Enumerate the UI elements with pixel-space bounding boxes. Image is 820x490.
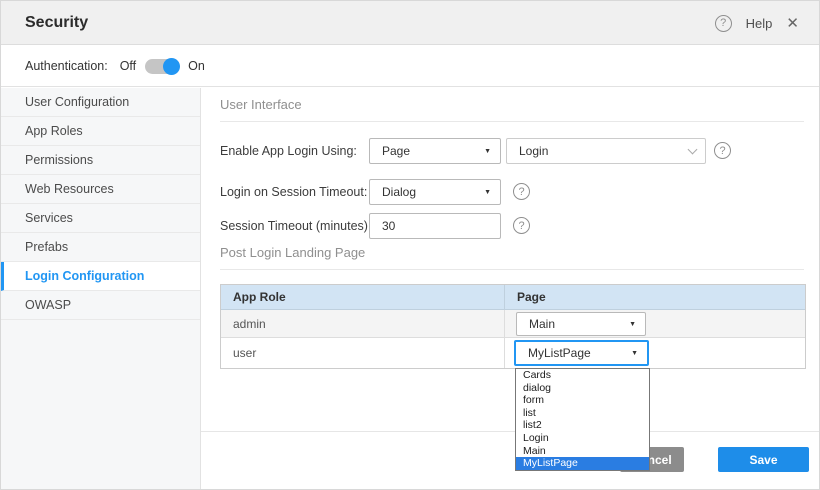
column-header-page: Page bbox=[505, 285, 805, 309]
page-cell: MyListPage ▼ bbox=[505, 338, 805, 368]
help-question-icon[interactable]: ? bbox=[715, 15, 732, 32]
dropdown-option-dialog[interactable]: dialog bbox=[516, 382, 649, 395]
dropdown-arrow-icon: ▼ bbox=[484, 148, 491, 155]
login-mode-value: Page bbox=[382, 144, 410, 158]
session-timeout-label: Session Timeout (minutes): bbox=[220, 213, 371, 239]
session-timeout-row: Session Timeout (minutes): ? bbox=[220, 213, 804, 239]
admin-page-select[interactable]: Main ▼ bbox=[516, 312, 646, 336]
table-header-row: App Role Page bbox=[221, 285, 805, 310]
role-cell: admin bbox=[221, 310, 505, 337]
post-login-section-heading: Post Login Landing Page bbox=[220, 245, 804, 270]
user-page-select[interactable]: MyListPage ▼ bbox=[514, 340, 649, 366]
dropdown-option-list2[interactable]: list2 bbox=[516, 419, 649, 432]
dropdown-option-form[interactable]: form bbox=[516, 394, 649, 407]
sidebar: User Configuration App Roles Permissions… bbox=[1, 88, 201, 489]
admin-page-value: Main bbox=[529, 317, 555, 331]
toggle-off-label: Off bbox=[120, 59, 136, 73]
login-page-combobox[interactable]: Login bbox=[506, 138, 706, 164]
enable-app-login-label: Enable App Login Using: bbox=[220, 138, 357, 164]
role-cell: user bbox=[221, 338, 505, 368]
session-timeout-input[interactable] bbox=[369, 213, 501, 239]
toggle-knob bbox=[163, 58, 180, 75]
save-button[interactable]: Save bbox=[718, 447, 809, 472]
login-configuration-panel: User Interface Enable App Login Using: P… bbox=[201, 88, 819, 489]
page-dropdown-list: Cards dialog form list list2 Login Main … bbox=[515, 368, 650, 471]
sidebar-item-permissions[interactable]: Permissions bbox=[1, 146, 200, 175]
column-header-app-role: App Role bbox=[221, 285, 505, 309]
dropdown-option-cards[interactable]: Cards bbox=[516, 369, 649, 382]
authentication-bar: Authentication: Off On bbox=[1, 46, 820, 87]
authentication-label: Authentication: bbox=[25, 59, 108, 73]
landing-page-table: App Role Page admin Main ▼ user MyListPa… bbox=[220, 284, 806, 369]
sidebar-item-web-resources[interactable]: Web Resources bbox=[1, 175, 200, 204]
help-link[interactable]: Help bbox=[746, 16, 773, 31]
table-row-admin: admin Main ▼ bbox=[221, 310, 805, 338]
dropdown-arrow-icon: ▼ bbox=[484, 189, 491, 196]
dialog-header: Security ? Help ✕ bbox=[1, 1, 820, 45]
sidebar-item-app-roles[interactable]: App Roles bbox=[1, 117, 200, 146]
page-title: Security bbox=[25, 1, 88, 45]
toggle-on-label: On bbox=[188, 59, 205, 73]
session-timeout-help-icon[interactable]: ? bbox=[513, 217, 530, 234]
user-interface-section-heading: User Interface bbox=[220, 97, 804, 122]
sidebar-item-owasp[interactable]: OWASP bbox=[1, 291, 200, 320]
sidebar-item-user-configuration[interactable]: User Configuration bbox=[1, 88, 200, 117]
session-timeout-login-row: Login on Session Timeout: Dialog ▼ ? bbox=[220, 179, 804, 205]
sidebar-item-prefabs[interactable]: Prefabs bbox=[1, 233, 200, 262]
dropdown-option-mylistpage[interactable]: MyListPage bbox=[516, 457, 649, 470]
sidebar-item-login-configuration[interactable]: Login Configuration bbox=[1, 262, 200, 291]
header-actions: ? Help ✕ bbox=[715, 1, 799, 45]
dropdown-option-login[interactable]: Login bbox=[516, 432, 649, 445]
chevron-down-icon bbox=[688, 144, 698, 154]
session-timeout-login-select[interactable]: Dialog ▼ bbox=[369, 179, 501, 205]
dropdown-arrow-icon: ▼ bbox=[631, 350, 638, 357]
login-mode-select[interactable]: Page ▼ bbox=[369, 138, 501, 164]
close-icon[interactable]: ✕ bbox=[786, 16, 799, 31]
security-dialog: Security ? Help ✕ Authentication: Off On… bbox=[0, 0, 820, 490]
authentication-toggle[interactable] bbox=[145, 59, 179, 74]
session-timeout-login-help-icon[interactable]: ? bbox=[513, 183, 530, 200]
dropdown-option-main[interactable]: Main bbox=[516, 445, 649, 458]
sidebar-item-services[interactable]: Services bbox=[1, 204, 200, 233]
dropdown-arrow-icon: ▼ bbox=[629, 321, 636, 328]
enable-app-login-help-icon[interactable]: ? bbox=[714, 142, 731, 159]
footer-divider bbox=[201, 431, 819, 432]
user-page-value: MyListPage bbox=[528, 346, 591, 360]
dropdown-option-list[interactable]: list bbox=[516, 407, 649, 420]
page-cell: Main ▼ bbox=[505, 310, 805, 337]
table-row-user: user MyListPage ▼ bbox=[221, 338, 805, 368]
session-timeout-login-label: Login on Session Timeout: bbox=[220, 179, 367, 205]
enable-app-login-row: Enable App Login Using: Page ▼ Login ? bbox=[220, 138, 804, 164]
login-page-value: Login bbox=[519, 144, 548, 158]
session-timeout-login-value: Dialog bbox=[382, 185, 416, 199]
